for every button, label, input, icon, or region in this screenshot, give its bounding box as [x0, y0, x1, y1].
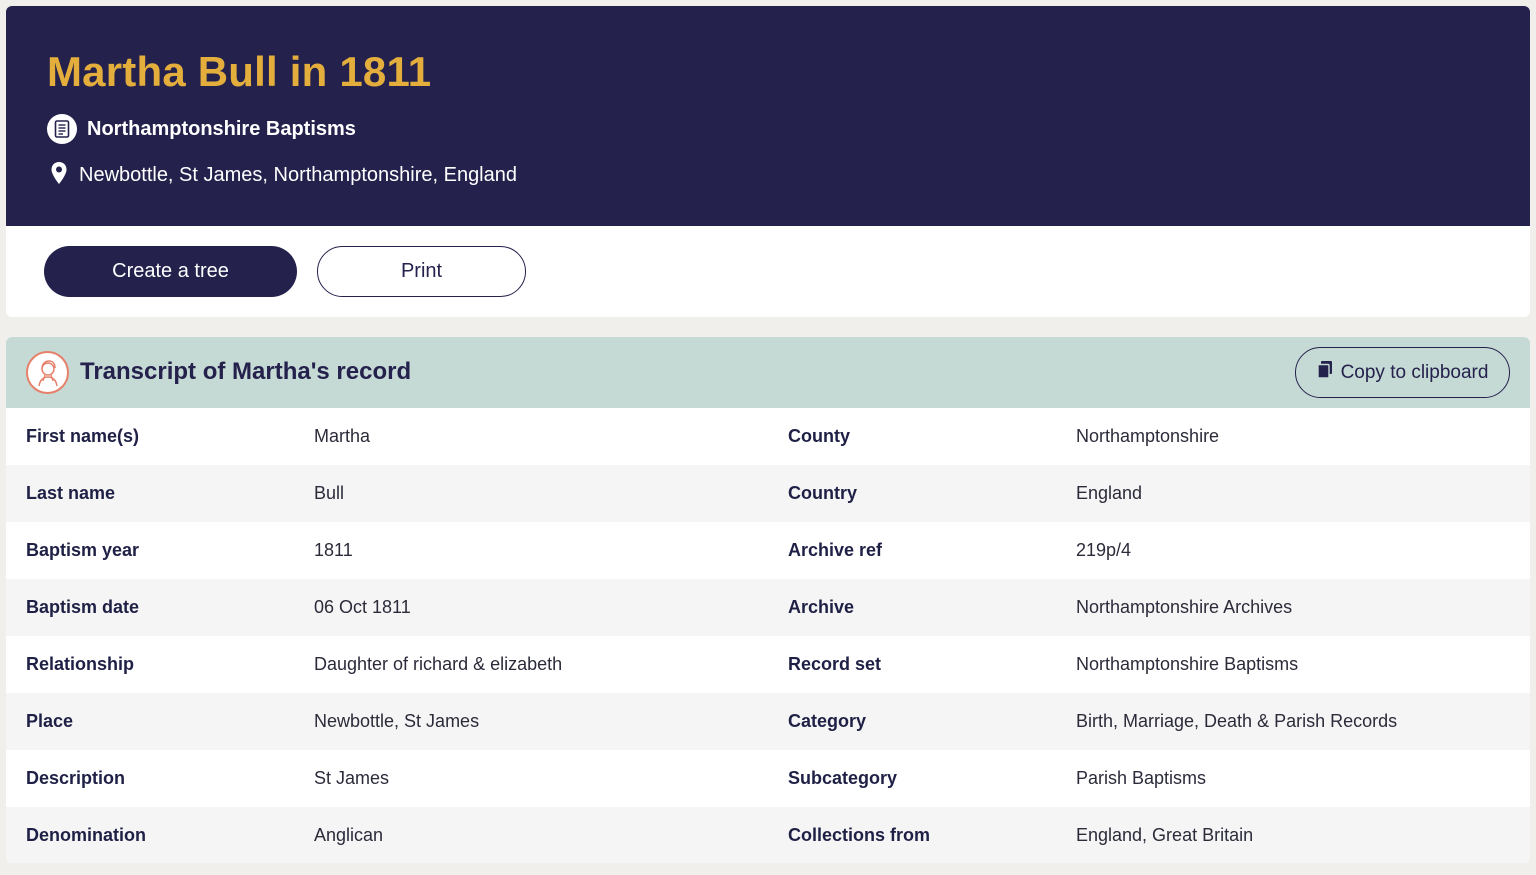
field-label: Archive ref [788, 540, 883, 560]
field-label: Subcategory [788, 768, 898, 788]
field-value: Newbottle, St James [314, 711, 480, 731]
field-value: England, Great Britain [1076, 825, 1254, 845]
field-label: Description [26, 768, 126, 788]
document-icon [47, 114, 77, 144]
page-title: Martha Bull in 1811 [47, 48, 432, 95]
record-place: Newbottle, St James, Northamptonshire, E… [79, 163, 517, 186]
field-value: St James [314, 768, 390, 788]
field-label: Denomination [26, 825, 146, 845]
table-row: Description St James Subcategory Parish … [6, 750, 1530, 807]
record-header: Martha Bull in 1811 Northamptonshire Bap… [6, 6, 1530, 226]
field-label: Relationship [26, 654, 135, 674]
field-label: Record set [788, 654, 882, 674]
field-value: Northamptonshire [1076, 426, 1220, 446]
copy-label: Copy to clipboard [1340, 361, 1489, 383]
collection-name: Northamptonshire Baptisms [87, 117, 356, 140]
place-line: Newbottle, St James, Northamptonshire, E… [50, 160, 517, 190]
transcript-title: Transcript of Martha's record [80, 358, 412, 385]
table-row: Last name Bull Country England [6, 465, 1530, 522]
field-label: County [788, 426, 850, 446]
field-value: 219p/4 [1076, 540, 1132, 560]
transcript-panel: Transcript of Martha's record Copy to cl… [6, 337, 1530, 863]
field-value: Northamptonshire Archives [1076, 597, 1293, 617]
field-label: Collections from [788, 825, 931, 845]
map-pin-icon [50, 161, 68, 190]
field-label: First name(s) [26, 426, 140, 446]
copy-to-clipboard-button[interactable]: Copy to clipboard [1295, 347, 1510, 398]
table-row: First name(s) Martha County Northamptons… [6, 408, 1530, 465]
table-row: Denomination Anglican Collections from E… [6, 807, 1530, 863]
action-bar: Create a tree Print [6, 226, 1530, 317]
field-value: Bull [314, 483, 345, 503]
field-value: Northamptonshire Baptisms [1076, 654, 1299, 674]
field-value: Parish Baptisms [1076, 768, 1207, 788]
create-tree-button[interactable]: Create a tree [44, 246, 297, 297]
field-value: Daughter of richard & elizabeth [314, 654, 563, 674]
field-value: England [1076, 483, 1143, 503]
field-label: Country [788, 483, 857, 503]
collection-line: Northamptonshire Baptisms [47, 114, 356, 144]
transcript-header: Transcript of Martha's record Copy to cl… [6, 337, 1530, 408]
table-row: Baptism date 06 Oct 1811 Archive Northam… [6, 579, 1530, 636]
field-value: Birth, Marriage, Death & Parish Records [1076, 711, 1398, 731]
clipboard-icon [1316, 360, 1333, 385]
table-row: Place Newbottle, St James Category Birth… [6, 693, 1530, 750]
field-label: Place [26, 711, 74, 731]
field-label: Category [788, 711, 867, 731]
field-value: 1811 [314, 540, 353, 560]
table-row: Relationship Daughter of richard & eliza… [6, 636, 1530, 693]
print-button[interactable]: Print [317, 246, 526, 297]
table-row: Baptism year 1811 Archive ref 219p/4 [6, 522, 1530, 579]
field-label: Baptism date [26, 597, 140, 617]
field-value: Martha [314, 426, 371, 446]
field-label: Last name [26, 483, 116, 503]
field-label: Baptism year [26, 540, 140, 560]
field-value: Anglican [314, 825, 384, 845]
field-value: 06 Oct 1811 [314, 597, 411, 617]
field-label: Archive [788, 597, 855, 617]
person-portrait-icon [26, 351, 69, 394]
